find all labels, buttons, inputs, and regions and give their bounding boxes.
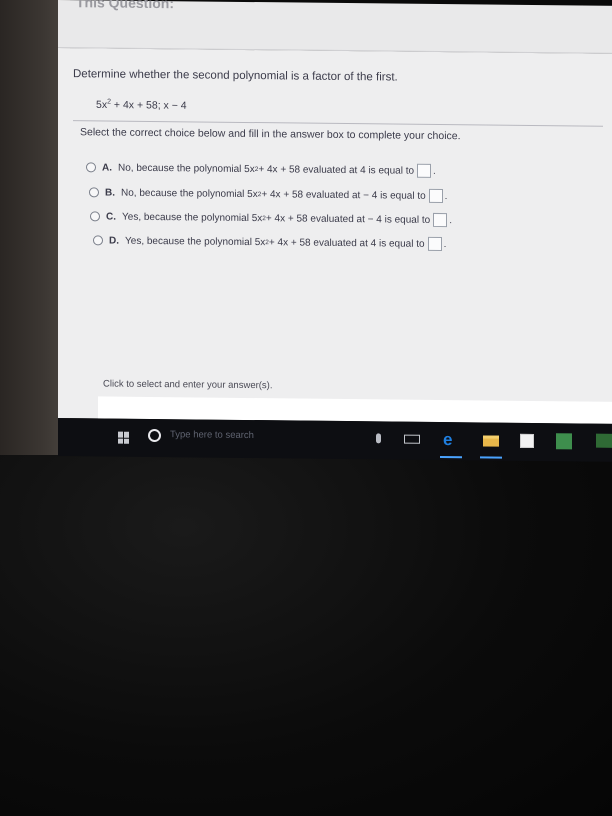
question-prompt: Determine whether the second polynomial …: [73, 68, 398, 84]
choice-text-pre: Yes, because the polynomial 5x: [122, 211, 263, 224]
app-icon-2[interactable]: [596, 433, 612, 448]
choice-letter: A.: [102, 161, 112, 174]
instruction-text: Select the correct choice below and fill…: [80, 126, 461, 143]
poly-base: 5x: [96, 98, 108, 112]
taskbar: Type here to search e: [58, 418, 612, 462]
radio-button-b[interactable]: [89, 187, 99, 198]
choice-b[interactable]: B. No, because the polynomial 5x 2 + 4x +…: [89, 185, 447, 204]
choice-c[interactable]: C. Yes, because the polynomial 5x 2 + 4x …: [90, 209, 452, 228]
poly-rest: + 4x + 58; x − 4: [111, 99, 187, 112]
task-view-icon[interactable]: [404, 434, 420, 444]
cortana-icon[interactable]: [148, 428, 161, 443]
choice-a[interactable]: A. No, because the polynomial 5x 2 + 4x +…: [86, 160, 436, 178]
choice-text-pre: Yes, because the polynomial 5x: [125, 235, 266, 248]
click-hint: Click to select and enter your answer(s)…: [103, 378, 273, 392]
header-strip: This Question:: [58, 0, 612, 54]
app-icon[interactable]: [556, 433, 572, 450]
choice-text-post: + 4x + 58 evaluated at − 4 is equal to: [261, 188, 426, 202]
explorer-active-indicator: [480, 456, 502, 459]
choice-letter: B.: [105, 186, 115, 199]
radio-button-a[interactable]: [86, 162, 96, 173]
file-explorer-icon[interactable]: [483, 435, 499, 447]
taskbar-search-input[interactable]: Type here to search: [170, 429, 254, 441]
polynomial-expression: 5x2 + 4x + 58; x − 4: [96, 98, 187, 112]
header-title: This Question:: [76, 0, 174, 12]
edge-active-indicator: [440, 456, 462, 459]
choice-letter: D.: [109, 235, 119, 247]
choice-d[interactable]: D. Yes, because the polynomial 5x 2 + 4x …: [93, 233, 446, 252]
answer-box-d[interactable]: [427, 236, 442, 252]
background-desk: [0, 455, 612, 816]
choice-text-pre: No, because the polynomial 5x: [118, 162, 255, 175]
monitor-screen: This Question: Determine whether the sec…: [58, 0, 612, 466]
microphone-icon[interactable]: [376, 433, 381, 444]
windows-start-icon[interactable]: [118, 431, 130, 444]
question-panel: Determine whether the second polynomial …: [58, 48, 612, 424]
edge-icon[interactable]: e: [443, 430, 452, 450]
store-icon[interactable]: [520, 433, 534, 448]
choice-text-post: + 4x + 58 evaluated at 4 is equal to: [258, 163, 415, 177]
choice-letter: C.: [106, 211, 116, 223]
divider: [73, 120, 603, 127]
answer-box-c[interactable]: [433, 212, 448, 228]
radio-button-d[interactable]: [93, 235, 103, 246]
choice-text-pre: No, because the polynomial 5x: [121, 187, 258, 200]
radio-button-c[interactable]: [90, 211, 100, 222]
answer-box-b[interactable]: [428, 188, 443, 204]
choice-text-post: + 4x + 58 evaluated at − 4 is equal to: [265, 212, 431, 226]
choice-text-post: + 4x + 58 evaluated at 4 is equal to: [268, 236, 425, 250]
answer-box-a[interactable]: [417, 163, 432, 178]
